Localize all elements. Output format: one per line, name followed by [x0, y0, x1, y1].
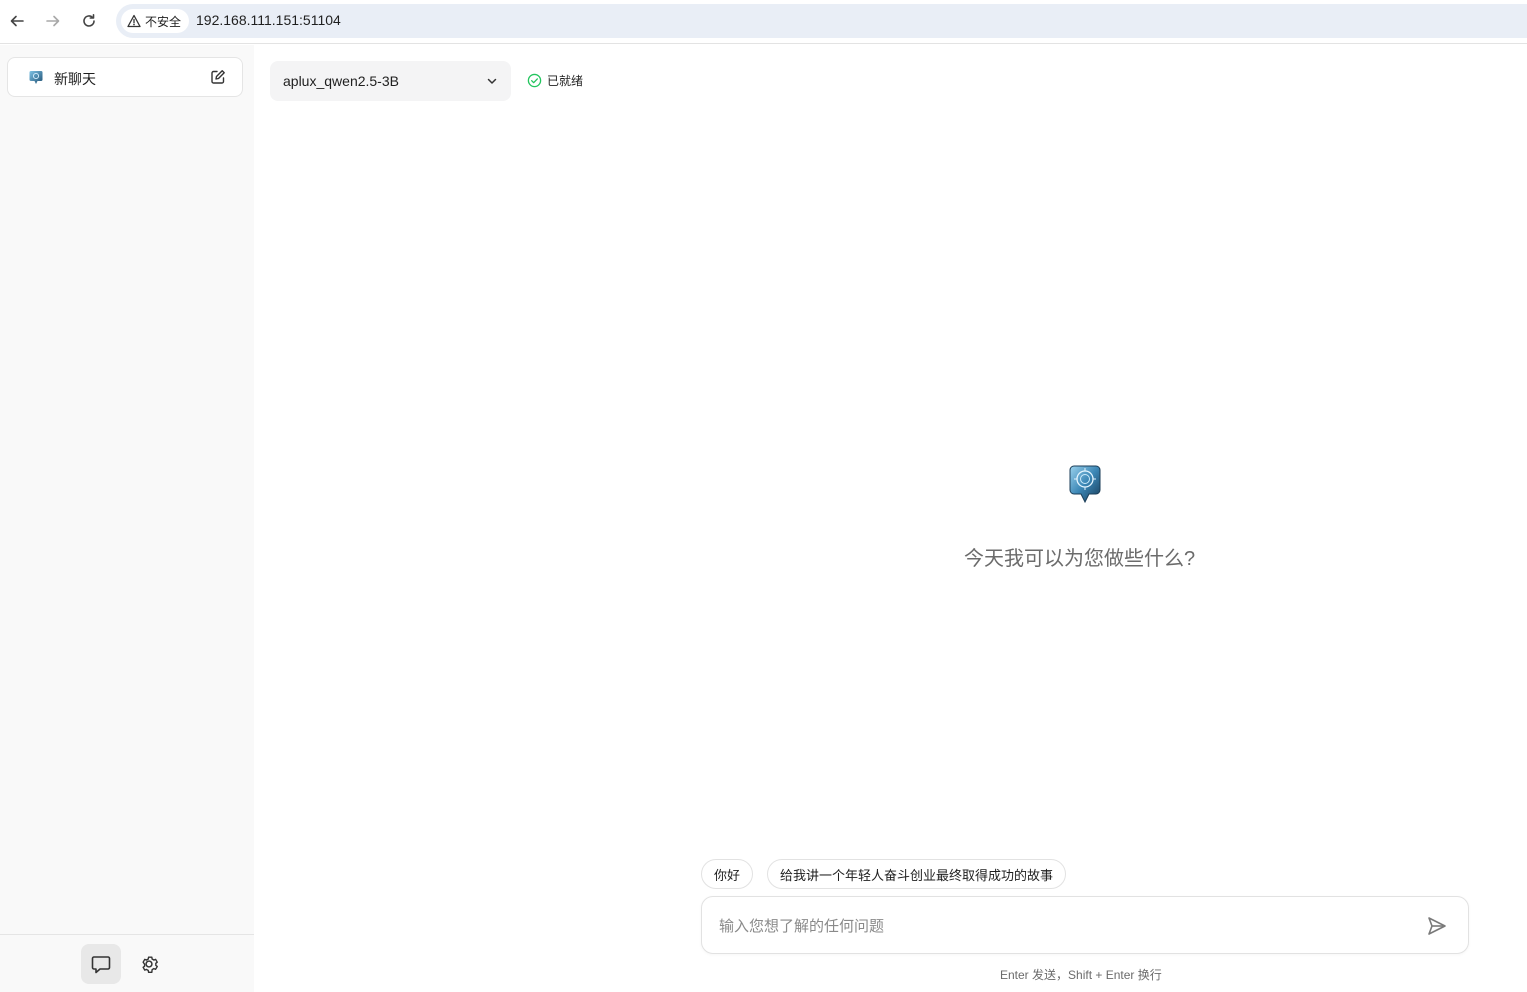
message-composer	[701, 896, 1469, 954]
new-chat-label: 新聊天	[54, 71, 96, 87]
greeting-heading: 今天我可以为您做些什么?	[964, 548, 1196, 570]
status-indicator: 已就绪	[527, 72, 583, 89]
suggestion-chip[interactable]: 给我讲一个年轻人奋斗创业最终取得成功的故事	[767, 859, 1067, 889]
chevron-down-icon	[487, 78, 497, 84]
forward-button[interactable]	[40, 8, 66, 34]
browser-toolbar: 不安全 192.168.111.151:51104	[0, 0, 1527, 44]
compose-icon[interactable]	[210, 69, 226, 85]
chat-button[interactable]	[81, 944, 121, 984]
address-bar[interactable]: 不安全 192.168.111.151:51104	[116, 4, 1527, 38]
model-select[interactable]: aplux_qwen2.5-3B	[270, 61, 511, 101]
url-text[interactable]: 192.168.111.151:51104	[196, 12, 341, 28]
sidebar-footer	[0, 934, 254, 992]
warning-icon	[127, 14, 141, 28]
security-indicator[interactable]: 不安全	[121, 9, 190, 33]
check-circle-icon	[527, 73, 542, 88]
status-label: 已就绪	[547, 74, 584, 88]
gear-icon	[142, 956, 158, 973]
model-select-value: aplux_qwen2.5-3B	[283, 73, 399, 89]
sidebar: 新聊天	[0, 45, 254, 992]
app-logo-icon	[29, 71, 43, 84]
back-arrow-icon	[10, 15, 24, 27]
chat-icon	[91, 956, 111, 974]
forward-arrow-icon	[46, 15, 60, 27]
message-input[interactable]	[717, 913, 1401, 939]
security-label: 不安全	[145, 14, 182, 29]
send-icon[interactable]	[1426, 915, 1448, 937]
reload-button[interactable]	[76, 8, 102, 34]
suggestion-chip[interactable]: 你好	[701, 859, 754, 889]
new-chat-button[interactable]: 新聊天	[7, 57, 243, 97]
reload-icon	[83, 14, 95, 27]
settings-button[interactable]	[129, 944, 169, 984]
keyboard-hint: Enter 发送，Shift + Enter 换行	[1000, 968, 1162, 982]
assistant-logo-icon	[1069, 465, 1101, 504]
back-button[interactable]	[4, 8, 30, 34]
